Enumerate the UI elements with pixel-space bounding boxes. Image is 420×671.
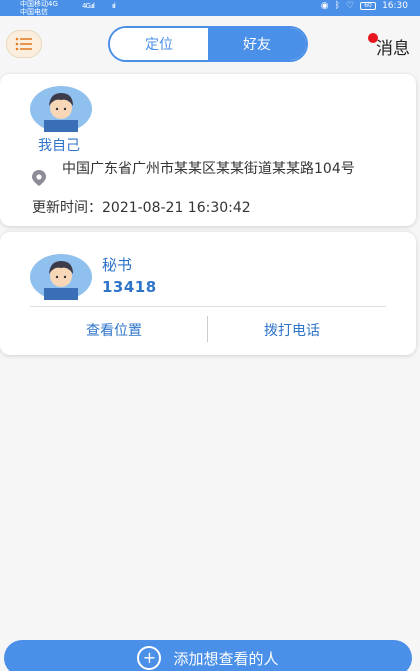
header: 定位 好友 消息: [0, 16, 420, 72]
messages-button[interactable]: 消息: [376, 34, 410, 59]
address: 中国广东省广州市某某区某某街道某某路104号: [62, 161, 355, 177]
view-location-button[interactable]: 查看位置: [86, 320, 142, 340]
location-pin-icon: [32, 170, 46, 186]
eye-icon: ◉: [320, 1, 329, 11]
segment-control: 定位 好友: [108, 26, 308, 62]
alarm-icon: ♡: [345, 1, 355, 11]
signal-icon: 4G.ııl: [82, 2, 95, 10]
friend-card[interactable]: 秘书 13418 查看位置 拨打电话: [0, 232, 416, 355]
carrier-line-1: 中国移动4G: [20, 0, 58, 8]
time: 16:30: [382, 1, 408, 11]
avatar: [30, 254, 92, 300]
vertical-divider: [207, 316, 208, 342]
add-person-label: 添加想查看的人: [173, 649, 279, 668]
status-right: ◉ ᛒ ♡ 60 16:30: [321, 1, 408, 11]
friend-name: 秘书: [102, 256, 133, 274]
status-bar: 中国移动4G 中国电信 4G.ııl ııl ◉ ᛒ ♡ 60 16:30: [0, 0, 420, 16]
friend-phone: 13418: [102, 278, 157, 296]
divider: [30, 306, 386, 307]
menu-button[interactable]: [6, 30, 42, 58]
signal-icon-2: ııl: [112, 2, 116, 10]
tab-friends[interactable]: 好友: [208, 28, 306, 60]
tab-locate[interactable]: 定位: [110, 28, 208, 60]
unread-badge: [368, 33, 378, 43]
carrier-line-2: 中国电信: [20, 8, 48, 16]
update-time: 更新时间：2021-08-21 16:30:42: [32, 200, 251, 216]
add-person-button[interactable]: + 添加想查看的人: [4, 640, 412, 671]
carrier-info: 中国移动4G 中国电信: [20, 0, 58, 16]
self-card[interactable]: 我自己 中国广东省广州市某某区某某街道某某路104号 更新时间：2021-08-…: [0, 74, 416, 226]
avatar: [30, 86, 92, 132]
call-button[interactable]: 拨打电话: [264, 320, 320, 340]
list-menu-icon: [15, 37, 32, 51]
battery-icon: 60: [360, 2, 377, 10]
self-name: 我自己: [38, 138, 80, 154]
plus-circle-icon: +: [137, 646, 162, 670]
bluetooth-icon: ᛒ: [334, 1, 340, 11]
